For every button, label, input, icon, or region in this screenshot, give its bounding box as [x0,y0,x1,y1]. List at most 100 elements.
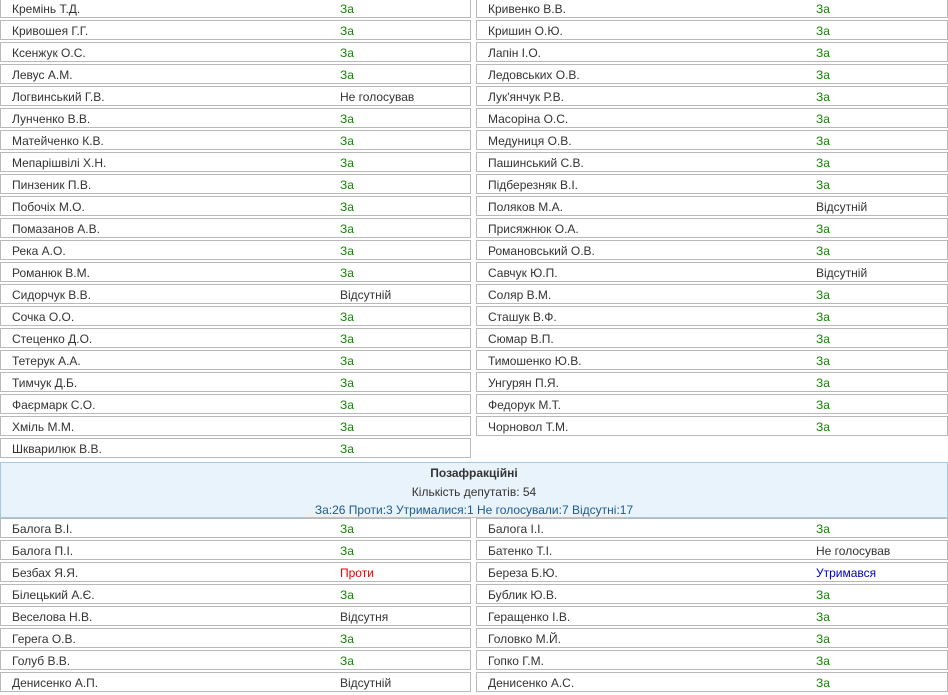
deputy-name: Головко М.Й. [488,632,561,646]
deputy-name: Матейченко К.В. [12,134,104,148]
deputy-name: Чорновол Т.М. [488,420,569,434]
vote-result: За [816,2,830,16]
independent-votes-table: Балога В.І. За Балога І.І. За Балога П.І. За Б… [0,518,948,694]
deputy-cell: Сюмар В.П. За [476,328,948,348]
vote-result: За [340,178,354,192]
deputy-name: Пинзеник П.В. [12,178,92,192]
vote-result: За [816,632,830,646]
deputy-name: Сочка О.О. [12,310,75,324]
deputy-name: Масоріна О.С. [488,112,569,126]
table-row: Тетерук А.А. За Тимошенко Ю.В. За [0,350,948,372]
deputy-name: Лук'янчук Р.В. [488,90,564,104]
group-deputy-count: Кількість депутатів: 54 [411,485,537,499]
deputy-cell: Кремінь Т.Д. За [0,0,471,18]
faction-votes-table: Кремінь Т.Д. За Кривенко В.В. За Кривошея Г.… [0,0,948,460]
deputy-cell: Пашинський С.В. За [476,152,948,172]
deputy-name: Голуб В.В. [12,654,71,668]
vote-result: За [816,610,830,624]
vote-result: За [816,90,830,104]
deputy-cell: Присяжнюк О.А. За [476,218,948,238]
deputy-cell: Батенко Т.І. Не голосував [476,540,948,560]
table-row: Хміль М.М. За Чорновол Т.М. За [0,416,948,438]
table-row: Река А.О. За Романовський О.В. За [0,240,948,262]
table-row: Балога П.І. За Батенко Т.І. Не голосував [0,540,948,562]
deputy-cell: Медуниця О.В. За [476,130,948,150]
vote-result: За [340,310,354,324]
deputy-name: Кремінь Т.Д. [12,2,81,16]
deputy-name: Сташук В.Ф. [488,310,557,324]
vote-result: За [816,244,830,258]
table-row: Безбах Я.Я. Проти Береза Б.Ю. Утримався [0,562,948,584]
deputy-cell: Головко М.Й. За [476,628,948,648]
deputy-name: Балога П.І. [12,544,74,558]
deputy-name: Балога В.І. [12,522,73,536]
vote-result: За [340,522,354,536]
deputy-cell: Река А.О. За [0,240,471,260]
group-header: Позафракційні Кількість депутатів: 54 За… [0,462,948,518]
deputy-cell: Балога І.І. За [476,518,948,538]
group-vote-summary: За:26 Проти:3 Утрималися:1 Не голосували… [314,503,634,517]
vote-result: За [816,178,830,192]
deputy-cell: Романовський О.В. За [476,240,948,260]
deputy-cell: Бублик Ю.В. За [476,584,948,604]
deputy-cell: Підберезняк В.І. За [476,174,948,194]
vote-result: За [340,244,354,258]
vote-result: Проти [340,566,374,580]
table-row: Кривошея Г.Г. За Кришин О.Ю. За [0,20,948,42]
table-row: Голуб В.В. За Гопко Г.М. За [0,650,948,672]
deputy-cell: Кришин О.Ю. За [476,20,948,40]
table-row: Стеценко Д.О. За Сюмар В.П. За [0,328,948,350]
table-row: Герега О.В. За Головко М.Й. За [0,628,948,650]
deputy-cell: Кривошея Г.Г. За [0,20,471,40]
vote-result: За [816,24,830,38]
deputy-cell: Балога П.І. За [0,540,471,560]
vote-result: За [816,398,830,412]
deputy-name: Помазанов А.В. [12,222,100,236]
deputy-cell: Помазанов А.В. За [0,218,471,238]
deputy-cell: Гопко Г.М. За [476,650,948,670]
deputy-name: Фаєрмарк С.О. [12,398,96,412]
deputy-cell: Безбах Я.Я. Проти [0,562,471,582]
deputy-name: Герега О.В. [12,632,76,646]
deputy-name: Тетерук А.А. [12,354,81,368]
table-row: Помазанов А.В. За Присяжнюк О.А. За [0,218,948,240]
vote-result: За [340,420,354,434]
deputy-name: Логвинський Г.В. [12,90,105,104]
vote-result: За [340,156,354,170]
vote-result: За [816,376,830,390]
deputy-cell: Лунченко В.В. За [0,108,471,128]
vote-result: За [340,200,354,214]
deputy-name: Левус А.М. [12,68,73,82]
vote-result: За [816,46,830,60]
vote-result: Утримався [816,566,877,580]
table-row: Шкварилюк В.В. За [0,438,948,460]
table-row: Денисенко А.П. Відсутній Денисенко А.С. За [0,672,948,694]
vote-result: Відсутня [340,610,389,624]
vote-result: За [340,112,354,126]
deputy-cell: Масоріна О.С. За [476,108,948,128]
deputy-name: Лунченко В.В. [12,112,91,126]
deputy-cell: Тимошенко Ю.В. За [476,350,948,370]
vote-result: За [340,544,354,558]
deputy-name: Поляков М.А. [488,200,563,214]
vote-result: За [816,420,830,434]
deputy-name: Ксенжук О.С. [12,46,86,60]
deputy-name: Река А.О. [12,244,66,258]
deputy-name: Кривенко В.В. [488,2,566,16]
vote-result: За [816,676,830,690]
deputy-cell: Лапін І.О. За [476,42,948,62]
deputy-cell: Матейченко К.В. За [0,130,471,150]
deputy-name: Унгурян П.Я. [488,376,559,390]
deputy-name: Береза Б.Ю. [488,566,558,580]
deputy-cell: Тетерук А.А. За [0,350,471,370]
deputy-name: Лапін І.О. [488,46,542,60]
deputy-cell: Побочіх М.О. За [0,196,471,216]
vote-result: За [816,68,830,82]
vote-result: За [340,354,354,368]
deputy-cell: Чорновол Т.М. За [476,416,948,436]
table-row: Лунченко В.В. За Масоріна О.С. За [0,108,948,130]
deputy-name: Романюк В.М. [12,266,90,280]
deputy-cell: Федорук М.Т. За [476,394,948,414]
deputy-cell: Поляков М.А. Відсутній [476,196,948,216]
vote-result: За [340,332,354,346]
